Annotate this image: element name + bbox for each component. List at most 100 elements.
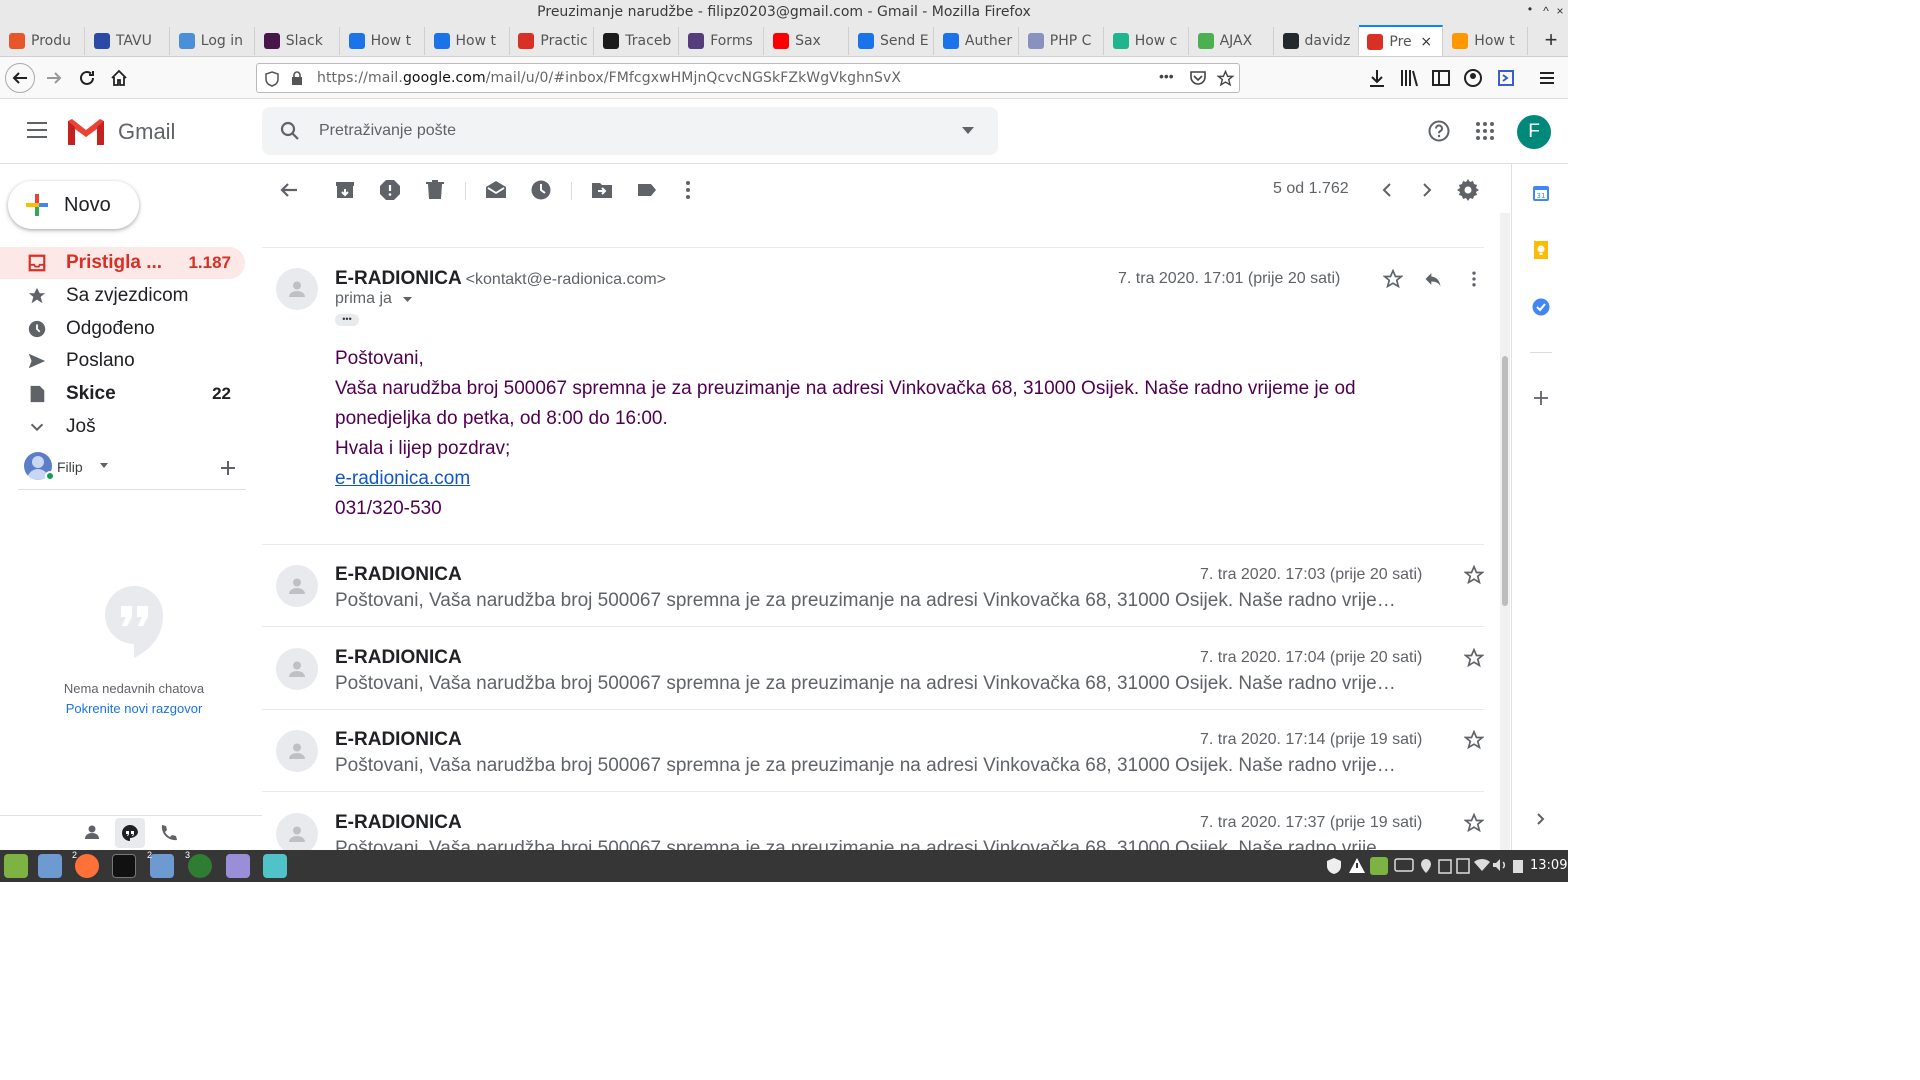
main-menu-icon[interactable] bbox=[26, 121, 48, 139]
volume-tray-icon[interactable] bbox=[1492, 858, 1508, 872]
sidebar-item-star[interactable]: Sa zvjezdicom bbox=[0, 280, 245, 312]
drive-tray-icon[interactable] bbox=[1456, 858, 1470, 874]
archive-icon[interactable] bbox=[333, 178, 357, 202]
clock[interactable]: 13:09 bbox=[1530, 858, 1567, 873]
star-icon[interactable] bbox=[1464, 730, 1484, 750]
collapsed-message[interactable]: E-RADIONICA 7. tra 2020. 17:04 (prije 20 … bbox=[262, 628, 1484, 710]
warning-tray-icon[interactable] bbox=[1348, 857, 1366, 874]
compose-button[interactable]: Novo bbox=[8, 181, 139, 229]
wifi-tray-icon[interactable] bbox=[1474, 858, 1490, 872]
extension-icon[interactable] bbox=[1495, 67, 1517, 89]
close-window-button[interactable]: × bbox=[1552, 4, 1568, 18]
add-addon-icon[interactable] bbox=[1534, 391, 1548, 405]
files-icon[interactable] bbox=[38, 854, 62, 878]
bookmark-star-icon[interactable] bbox=[1217, 70, 1234, 87]
back-to-inbox-icon[interactable] bbox=[277, 178, 301, 202]
snooze-icon[interactable] bbox=[529, 178, 553, 202]
browser-tab[interactable]: How c bbox=[1105, 27, 1189, 55]
expand-panel-icon[interactable] bbox=[1536, 812, 1546, 826]
browser-tab[interactable]: Pre × bbox=[1359, 25, 1444, 56]
scrollbar[interactable] bbox=[1500, 213, 1510, 850]
add-chat-icon[interactable] bbox=[221, 461, 235, 475]
contacts-icon[interactable] bbox=[84, 824, 100, 840]
apps-grid-icon[interactable] bbox=[1475, 121, 1495, 141]
mint-menu-icon[interactable] bbox=[4, 854, 28, 878]
browser-tab[interactable]: Send E bbox=[850, 27, 934, 55]
reload-button[interactable] bbox=[72, 63, 102, 93]
browser-tab[interactable]: Log in bbox=[171, 27, 255, 55]
star-icon[interactable] bbox=[1464, 812, 1484, 833]
settings-gear-icon[interactable] bbox=[1456, 178, 1480, 202]
browser-tab[interactable]: Traceb bbox=[595, 27, 680, 55]
sidebar-item-inbox[interactable]: Pristigla ... 1.187 bbox=[0, 247, 245, 279]
close-tab-icon[interactable]: × bbox=[1420, 34, 1436, 50]
collapsed-message[interactable]: E-RADIONICA 7. tra 2020. 17:03 (prije 20 … bbox=[262, 545, 1484, 627]
user-dropdown-icon[interactable] bbox=[100, 463, 108, 468]
pocket-icon[interactable] bbox=[1189, 70, 1207, 86]
show-trimmed-button[interactable]: ••• bbox=[335, 314, 359, 326]
library-icon[interactable] bbox=[1398, 67, 1420, 89]
atom-icon[interactable] bbox=[188, 854, 212, 878]
browser-tab[interactable]: Slack bbox=[256, 27, 340, 55]
search-icon[interactable] bbox=[280, 121, 300, 141]
download-icon[interactable] bbox=[1366, 67, 1388, 89]
start-chat-link[interactable]: Pokrenite novi razgovor bbox=[0, 701, 268, 716]
browser-tab[interactable]: Practic bbox=[510, 27, 595, 55]
star-icon[interactable] bbox=[1464, 647, 1484, 668]
star-icon[interactable] bbox=[1464, 565, 1484, 585]
calendar-icon[interactable]: 31 bbox=[1532, 184, 1550, 202]
browser-tab[interactable]: How t bbox=[341, 27, 425, 55]
minimize-button[interactable]: • bbox=[1522, 2, 1538, 16]
shield-tray-icon[interactable] bbox=[1326, 857, 1342, 875]
search-input[interactable]: Pretraživanje pošte bbox=[319, 122, 456, 140]
label-icon[interactable] bbox=[635, 178, 659, 202]
keep-icon[interactable] bbox=[1532, 240, 1550, 260]
sidebar-icon[interactable] bbox=[1430, 67, 1452, 89]
move-to-icon[interactable] bbox=[590, 178, 614, 202]
sidebar-item-clock[interactable]: Odgođeno bbox=[0, 313, 245, 345]
collapsed-message[interactable]: E-RADIONICA 7. tra 2020. 17:14 (prije 19 … bbox=[262, 710, 1484, 792]
page-actions-icon[interactable]: ••• bbox=[1159, 68, 1174, 84]
hangouts-user-name[interactable]: Filip bbox=[57, 459, 83, 475]
message-more-icon[interactable] bbox=[1464, 269, 1484, 289]
account-avatar[interactable]: F bbox=[1517, 115, 1551, 149]
browser-tab[interactable]: Auther bbox=[935, 27, 1019, 55]
account-icon[interactable] bbox=[1462, 67, 1484, 89]
gmail-logo-icon[interactable] bbox=[66, 117, 106, 147]
sidebar-item-draft[interactable]: Skice 22 bbox=[0, 378, 245, 410]
system-monitor-icon[interactable] bbox=[263, 854, 287, 878]
browser-tab[interactable]: How t bbox=[426, 27, 510, 55]
sidebar-item-send[interactable]: Poslano bbox=[0, 345, 245, 377]
back-button[interactable] bbox=[5, 63, 35, 93]
search-box[interactable]: Pretraživanje pošte bbox=[262, 107, 998, 155]
browser-tab[interactable]: Sax bbox=[765, 27, 850, 55]
location-tray-icon[interactable] bbox=[1420, 858, 1432, 874]
browser-tab[interactable]: davidz bbox=[1275, 27, 1359, 55]
forward-button[interactable] bbox=[39, 63, 69, 93]
battery-tray-icon[interactable] bbox=[1512, 858, 1524, 874]
phone-icon[interactable] bbox=[159, 824, 177, 842]
reply-icon[interactable] bbox=[1423, 269, 1443, 289]
browser-tab[interactable]: Forms bbox=[680, 27, 765, 55]
url-bar[interactable]: https://mail.google.com/mail/u/0/#inbox/… bbox=[256, 63, 1240, 93]
folder-icon[interactable] bbox=[150, 854, 174, 878]
browser-tab[interactable]: Produ bbox=[1, 27, 85, 55]
website-link[interactable]: e-radionica.com bbox=[335, 468, 470, 490]
help-icon[interactable] bbox=[1428, 120, 1450, 142]
nvidia-tray-icon[interactable] bbox=[1394, 858, 1414, 872]
older-chevron-icon[interactable] bbox=[1415, 178, 1439, 202]
mark-unread-icon[interactable] bbox=[484, 178, 508, 202]
show-details-icon[interactable] bbox=[403, 297, 412, 302]
more-options-icon[interactable] bbox=[676, 178, 700, 202]
hangouts-tab[interactable] bbox=[115, 818, 145, 848]
report-spam-icon[interactable] bbox=[378, 178, 402, 202]
scrollbar-thumb[interactable] bbox=[1502, 356, 1508, 606]
update-tray-icon[interactable] bbox=[1370, 857, 1388, 875]
collapsed-message[interactable]: E-RADIONICA 7. tra 2020. 17:37 (prije 19 … bbox=[262, 793, 1484, 850]
star-icon[interactable] bbox=[1383, 269, 1403, 289]
sender-name[interactable]: E-RADIONICA <kontakt@e-radionica.com> bbox=[335, 268, 666, 290]
search-options-icon[interactable] bbox=[962, 127, 974, 135]
delete-icon[interactable] bbox=[423, 178, 447, 202]
browser-tab[interactable]: PHP C bbox=[1020, 27, 1104, 55]
sidebar-item-chevron-down[interactable]: Još bbox=[0, 411, 245, 443]
